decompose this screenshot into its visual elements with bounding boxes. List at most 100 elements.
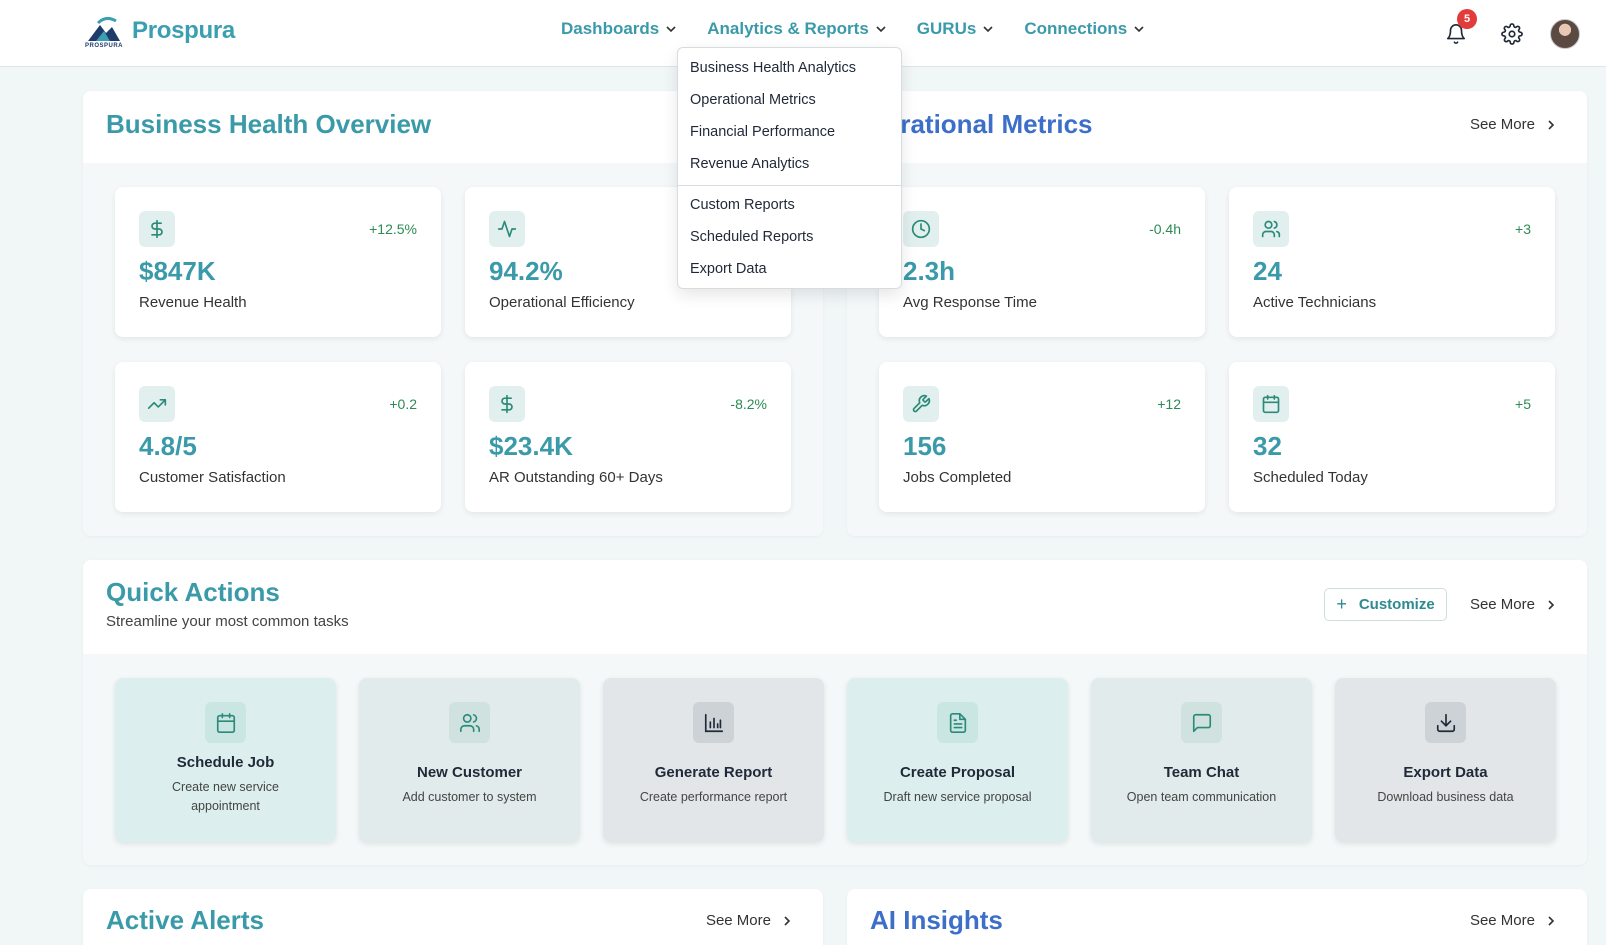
menu-item-financial-performance[interactable]: Financial Performance [690, 124, 835, 140]
app-logo[interactable]: PROSPURA Prospura [84, 15, 235, 49]
clock-icon [903, 211, 939, 247]
quick-action-desc: Download business data [1377, 790, 1514, 804]
quick-action-new-customer[interactable]: New Customer Add customer to system [359, 678, 580, 842]
quick-action-title: Generate Report [654, 764, 773, 781]
app-name: Prospura [132, 17, 235, 44]
menu-item-custom-reports[interactable]: Custom Reports [690, 197, 795, 213]
dollar-icon [139, 211, 175, 247]
quick-action-title: Schedule Job [176, 754, 275, 771]
quick-action-generate-report[interactable]: Generate Report Create performance repor… [603, 678, 824, 842]
metric-label: Jobs Completed [903, 469, 1012, 486]
active-alerts-panel: Active Alerts See More [83, 889, 823, 945]
menu-item-business-health-analytics[interactable]: Business Health Analytics [690, 60, 856, 76]
see-more-link[interactable]: See More [1470, 912, 1557, 929]
nav-analytics-reports[interactable]: Analytics & Reports [707, 19, 887, 39]
see-more-label: See More [1469, 116, 1535, 133]
menu-item-export-data[interactable]: Export Data [690, 261, 767, 277]
metric-card-jobs-completed[interactable]: +12 156 Jobs Completed [879, 362, 1205, 512]
metric-label: Revenue Health [139, 294, 247, 311]
trending-up-icon [139, 386, 175, 422]
chevron-right-icon [784, 915, 791, 926]
nav-label: Connections [1024, 19, 1128, 38]
quick-action-desc: Draft new service proposal [883, 790, 1032, 804]
panel-title: Active Alerts [106, 905, 264, 935]
metric-label: Scheduled Today [1253, 469, 1368, 486]
quick-action-desc: Open team communication [1126, 790, 1277, 804]
metric-delta: +12.5% [369, 221, 417, 237]
metric-card-ar-outstanding[interactable]: -8.2% $23.4K AR Outstanding 60+ Days [465, 362, 791, 512]
quick-action-title: Team Chat [1163, 764, 1240, 781]
metric-card-avg-response-time[interactable]: -0.4h 2.3h Avg Response Time [879, 187, 1205, 337]
message-square-icon [1181, 702, 1222, 743]
menu-item-revenue-analytics[interactable]: Revenue Analytics [690, 156, 809, 172]
settings-button[interactable] [1492, 14, 1532, 54]
see-more-link[interactable]: See More [1470, 116, 1557, 133]
metric-value: 2.3h [903, 256, 956, 286]
quick-action-create-proposal[interactable]: Create Proposal Draft new service propos… [847, 678, 1068, 842]
customize-label: Customize [1358, 596, 1435, 613]
file-text-icon [937, 702, 978, 743]
nav-gurus[interactable]: GURUs [917, 19, 995, 39]
operational-metrics-panel: perational Metrics See More -0.4h 2.3h A… [847, 91, 1587, 536]
customize-button[interactable]: + Customize [1324, 588, 1447, 621]
metric-card-customer-satisfaction[interactable]: +0.2 4.8/5 Customer Satisfaction [115, 362, 441, 512]
quick-action-desc: Add customer to system [402, 790, 537, 804]
chevron-down-icon [1134, 26, 1144, 33]
metric-value: 24 [1253, 256, 1282, 286]
see-more-label: See More [1469, 596, 1535, 613]
metric-value: 94.2% [489, 256, 563, 286]
quick-action-team-chat[interactable]: Team Chat Open team communication [1091, 678, 1312, 842]
chevron-down-icon [666, 26, 676, 33]
user-avatar[interactable] [1550, 19, 1580, 49]
metric-card-revenue-health[interactable]: +12.5% $847K Revenue Health [115, 187, 441, 337]
quick-actions-panel: Quick Actions Streamline your most commo… [83, 560, 1587, 865]
gear-icon [1501, 23, 1523, 45]
chevron-down-icon [876, 26, 886, 33]
metric-value: 156 [903, 431, 947, 461]
users-icon [1253, 211, 1289, 247]
panel-title: Business Health Overview [106, 109, 432, 139]
notifications-button[interactable]: 5 [1436, 9, 1477, 54]
panel-body: -0.4h 2.3h Avg Response Time +3 24 Activ… [847, 163, 1587, 536]
metric-value: 32 [1253, 431, 1282, 461]
metric-card-scheduled-today[interactable]: +5 32 Scheduled Today [1229, 362, 1555, 512]
metric-delta: -0.4h [1149, 221, 1181, 237]
dollar-icon [489, 386, 525, 422]
see-more-link[interactable]: See More [1470, 596, 1557, 613]
bar-chart-icon [693, 702, 734, 743]
panel-title: AI Insights [870, 905, 1003, 935]
quick-action-title: New Customer [416, 764, 523, 781]
prospura-logo-icon: PROSPURA [84, 15, 124, 49]
nav-actions: 5 [1420, 9, 1580, 54]
quick-action-export-data[interactable]: Export Data Download business data [1335, 678, 1556, 842]
wrench-icon [903, 386, 939, 422]
metric-card-active-technicians[interactable]: +3 24 Active Technicians [1229, 187, 1555, 337]
metric-value: $23.4K [489, 431, 573, 461]
nav-label: Analytics & Reports [707, 19, 869, 38]
metric-label: Operational Efficiency [489, 294, 635, 311]
logo-tagline: PROSPURA [85, 43, 124, 49]
panel-header: Quick Actions Streamline your most commo… [83, 560, 1587, 654]
nav-connections[interactable]: Connections [1024, 19, 1145, 39]
panel-title: Quick Actions [106, 577, 280, 607]
see-more-link[interactable]: See More [706, 912, 793, 929]
quick-action-desc: Create performance report [639, 790, 788, 804]
analytics-reports-dropdown: Business Health Analytics Operational Me… [677, 47, 902, 289]
metric-delta: +3 [1515, 221, 1531, 237]
nav-dashboards[interactable]: Dashboards [561, 19, 677, 39]
quick-action-schedule-job[interactable]: Schedule Job Create new service appointm… [115, 678, 336, 842]
chevron-right-icon [1548, 599, 1555, 610]
calendar-icon [1253, 386, 1289, 422]
metric-label: AR Outstanding 60+ Days [489, 469, 663, 486]
ai-insights-panel: AI Insights See More [847, 889, 1587, 945]
metric-delta: +12 [1157, 396, 1181, 412]
main-nav: Dashboards Analytics & Reports GURUs Con… [561, 19, 1175, 39]
metric-delta: +5 [1515, 396, 1531, 412]
see-more-label: See More [705, 912, 771, 929]
plus-icon: + [1336, 594, 1347, 614]
chevron-down-icon [983, 26, 993, 33]
chevron-right-icon [1548, 915, 1555, 926]
menu-item-scheduled-reports[interactable]: Scheduled Reports [690, 229, 813, 245]
menu-item-operational-metrics[interactable]: Operational Metrics [690, 92, 816, 108]
menu-divider [678, 185, 901, 186]
